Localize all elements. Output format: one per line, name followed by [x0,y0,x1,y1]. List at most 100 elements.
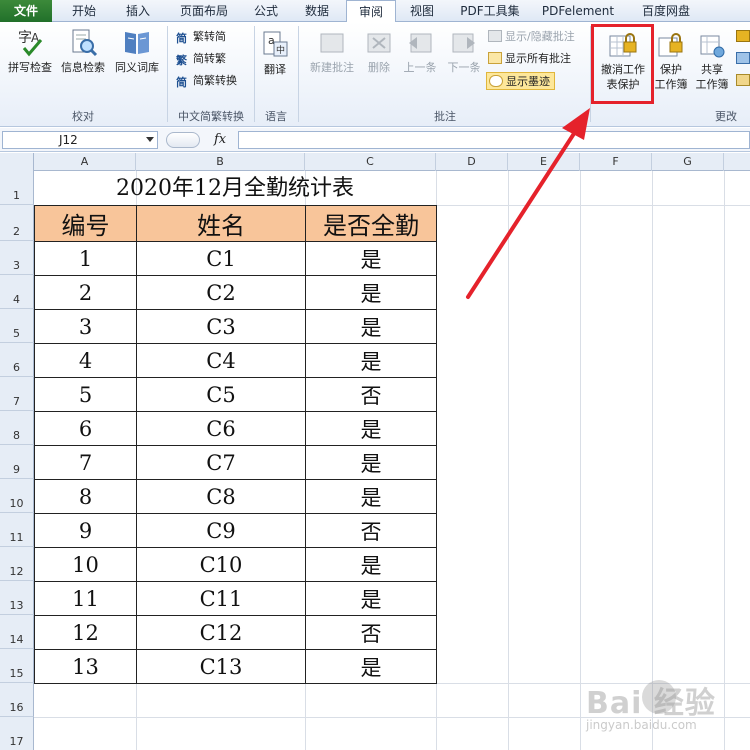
cell-number[interactable]: 12 [34,615,137,650]
protect-share-small-button[interactable] [736,28,750,46]
cell-full-attendance[interactable]: 是 [305,275,437,310]
new-comment-button[interactable]: 新建批注 [304,30,360,75]
tab-pdf-tools[interactable]: PDF工具集 [448,0,532,22]
cell-number[interactable]: 10 [34,547,137,582]
cell-full-attendance[interactable]: 是 [305,343,437,378]
cell-full-attendance[interactable]: 是 [305,547,437,582]
row-header[interactable]: 14 [0,615,34,649]
column-header-f[interactable]: F [580,153,652,171]
tab-formulas[interactable]: 公式 [244,0,288,22]
cell-number[interactable]: 4 [34,343,137,378]
row-header[interactable]: 16 [0,683,34,717]
cell-number[interactable]: 3 [34,309,137,344]
sheet-title[interactable]: 2020年12月全勤统计表 [34,173,436,205]
tab-insert[interactable]: 插入 [112,0,164,22]
cell-name[interactable]: C7 [136,445,306,480]
row-header[interactable]: 17 [0,717,34,750]
delete-comment-button[interactable]: 删除 [360,30,398,75]
cell-number[interactable]: 7 [34,445,137,480]
name-box[interactable]: J12 [2,131,158,149]
row-header[interactable]: 7 [0,377,34,411]
column-header-d[interactable]: D [436,153,508,171]
header-full-attendance[interactable]: 是否全勤 [305,205,437,242]
cell-name[interactable]: C12 [136,615,306,650]
spell-check-button[interactable]: 字 A 拼写检查 [4,26,56,75]
cell-full-attendance[interactable]: 是 [305,649,437,684]
tab-review[interactable]: 审阅 [346,0,396,23]
row-header[interactable]: 9 [0,445,34,479]
show-hide-comment-button[interactable]: 显示/隐藏批注 [488,28,575,46]
cell-full-attendance[interactable]: 是 [305,241,437,276]
insert-function-button[interactable]: fx [214,132,226,147]
column-header-g[interactable]: G [652,153,724,171]
share-workbook-button[interactable]: 共享 工作簿 [692,30,732,92]
column-header-a[interactable]: A [34,153,136,171]
cell-full-attendance[interactable]: 否 [305,513,437,548]
cell-full-attendance[interactable]: 是 [305,411,437,446]
research-button[interactable]: 信息检索 [56,26,110,75]
row-header[interactable]: 13 [0,581,34,615]
row-header[interactable]: 11 [0,513,34,547]
select-all-corner[interactable] [0,153,34,171]
protect-workbook-button[interactable]: 保护 工作簿 [652,30,690,92]
header-name[interactable]: 姓名 [136,205,306,242]
track-changes-button[interactable] [736,72,750,90]
cell-name[interactable]: C6 [136,411,306,446]
cell-full-attendance[interactable]: 是 [305,309,437,344]
tab-pdfelement[interactable]: PDFelement [536,0,620,22]
row-header[interactable]: 15 [0,649,34,683]
tab-file[interactable]: 文件 [0,0,52,22]
tab-home[interactable]: 开始 [58,0,110,22]
to-traditional-button[interactable]: 繁简转繁 [176,50,226,68]
tab-page-layout[interactable]: 页面布局 [166,0,242,22]
thesaurus-button[interactable]: 同义词库 [110,26,164,75]
cell-name[interactable]: C13 [136,649,306,684]
show-all-comments-button[interactable]: 显示所有批注 [488,50,571,68]
cell-number[interactable]: 8 [34,479,137,514]
cell-name[interactable]: C5 [136,377,306,412]
row-header[interactable]: 8 [0,411,34,445]
previous-comment-button[interactable]: 上一条 [398,30,442,75]
column-header-b[interactable]: B [136,153,305,171]
cell-full-attendance[interactable]: 是 [305,581,437,616]
chevron-down-icon[interactable] [146,137,154,142]
cell-number[interactable]: 1 [34,241,137,276]
cell-name[interactable]: C9 [136,513,306,548]
allow-edit-ranges-button[interactable] [736,50,750,68]
tab-view[interactable]: 视图 [400,0,444,22]
column-header-c[interactable]: C [305,153,436,171]
to-simplified-button[interactable]: 简繁转简 [176,28,226,46]
show-ink-button[interactable]: 显示墨迹 [486,72,555,90]
row-header[interactable]: 5 [0,309,34,343]
row-header[interactable]: 4 [0,275,34,309]
cell-full-attendance[interactable]: 是 [305,479,437,514]
cell-name[interactable]: C3 [136,309,306,344]
cell-number[interactable]: 9 [34,513,137,548]
header-number[interactable]: 编号 [34,205,137,242]
next-comment-button[interactable]: 下一条 [442,30,486,75]
cell-name[interactable]: C11 [136,581,306,616]
row-header[interactable]: 1 [0,171,34,205]
cell-full-attendance[interactable]: 否 [305,377,437,412]
cell-full-attendance[interactable]: 是 [305,445,437,480]
tab-data[interactable]: 数据 [292,0,342,22]
translate-button[interactable]: a 中 翻译 [258,30,292,77]
cell-number[interactable]: 5 [34,377,137,412]
cell-number[interactable]: 2 [34,275,137,310]
row-header[interactable]: 3 [0,241,34,275]
cell-name[interactable]: C8 [136,479,306,514]
column-header-e[interactable]: E [508,153,580,171]
cell-name[interactable]: C2 [136,275,306,310]
cell-name[interactable]: C1 [136,241,306,276]
cell-name[interactable]: C10 [136,547,306,582]
tab-baidu-netdisk[interactable]: 百度网盘 [624,0,708,22]
cell-full-attendance[interactable]: 否 [305,615,437,650]
cell-number[interactable]: 11 [34,581,137,616]
row-header[interactable]: 6 [0,343,34,377]
cell-number[interactable]: 13 [34,649,137,684]
formula-input[interactable] [238,131,750,149]
row-header[interactable]: 10 [0,479,34,513]
cell-number[interactable]: 6 [34,411,137,446]
cell-name[interactable]: C4 [136,343,306,378]
formula-bar-resize-handle[interactable] [166,132,200,148]
